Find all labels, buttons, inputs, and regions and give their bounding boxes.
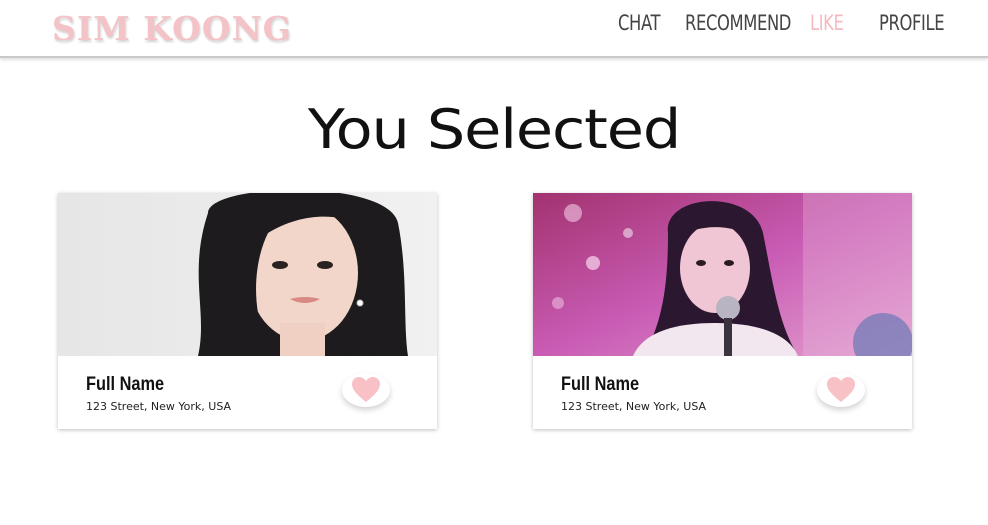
nav-like[interactable]: LIKE [810,11,844,35]
site-logo[interactable]: SIM KOONG [52,9,292,48]
profile-card[interactable]: Full Name 123 Street, New York, USA [58,193,437,429]
heart-icon [352,377,380,402]
profile-photo [58,193,437,356]
profile-address: 123 Street, New York, USA [86,400,232,413]
like-button[interactable] [342,373,390,407]
nav-profile[interactable]: PROFILE [879,11,945,35]
page-title: You Selected [307,98,681,161]
like-button[interactable] [817,373,865,407]
profile-name: Full Name [86,374,165,395]
profile-name: Full Name [561,374,640,395]
nav-recommend[interactable]: RECOMMEND [685,11,791,35]
nav-chat[interactable]: CHAT [618,11,661,35]
profile-card[interactable]: Full Name 123 Street, New York, USA [533,193,912,429]
heart-icon [827,377,855,402]
profile-photo [533,193,912,356]
profile-address: 123 Street, New York, USA [561,400,707,413]
top-nav-bar: SIM KOONG CHAT RECOMMEND LIKE PROFILE [0,0,988,58]
